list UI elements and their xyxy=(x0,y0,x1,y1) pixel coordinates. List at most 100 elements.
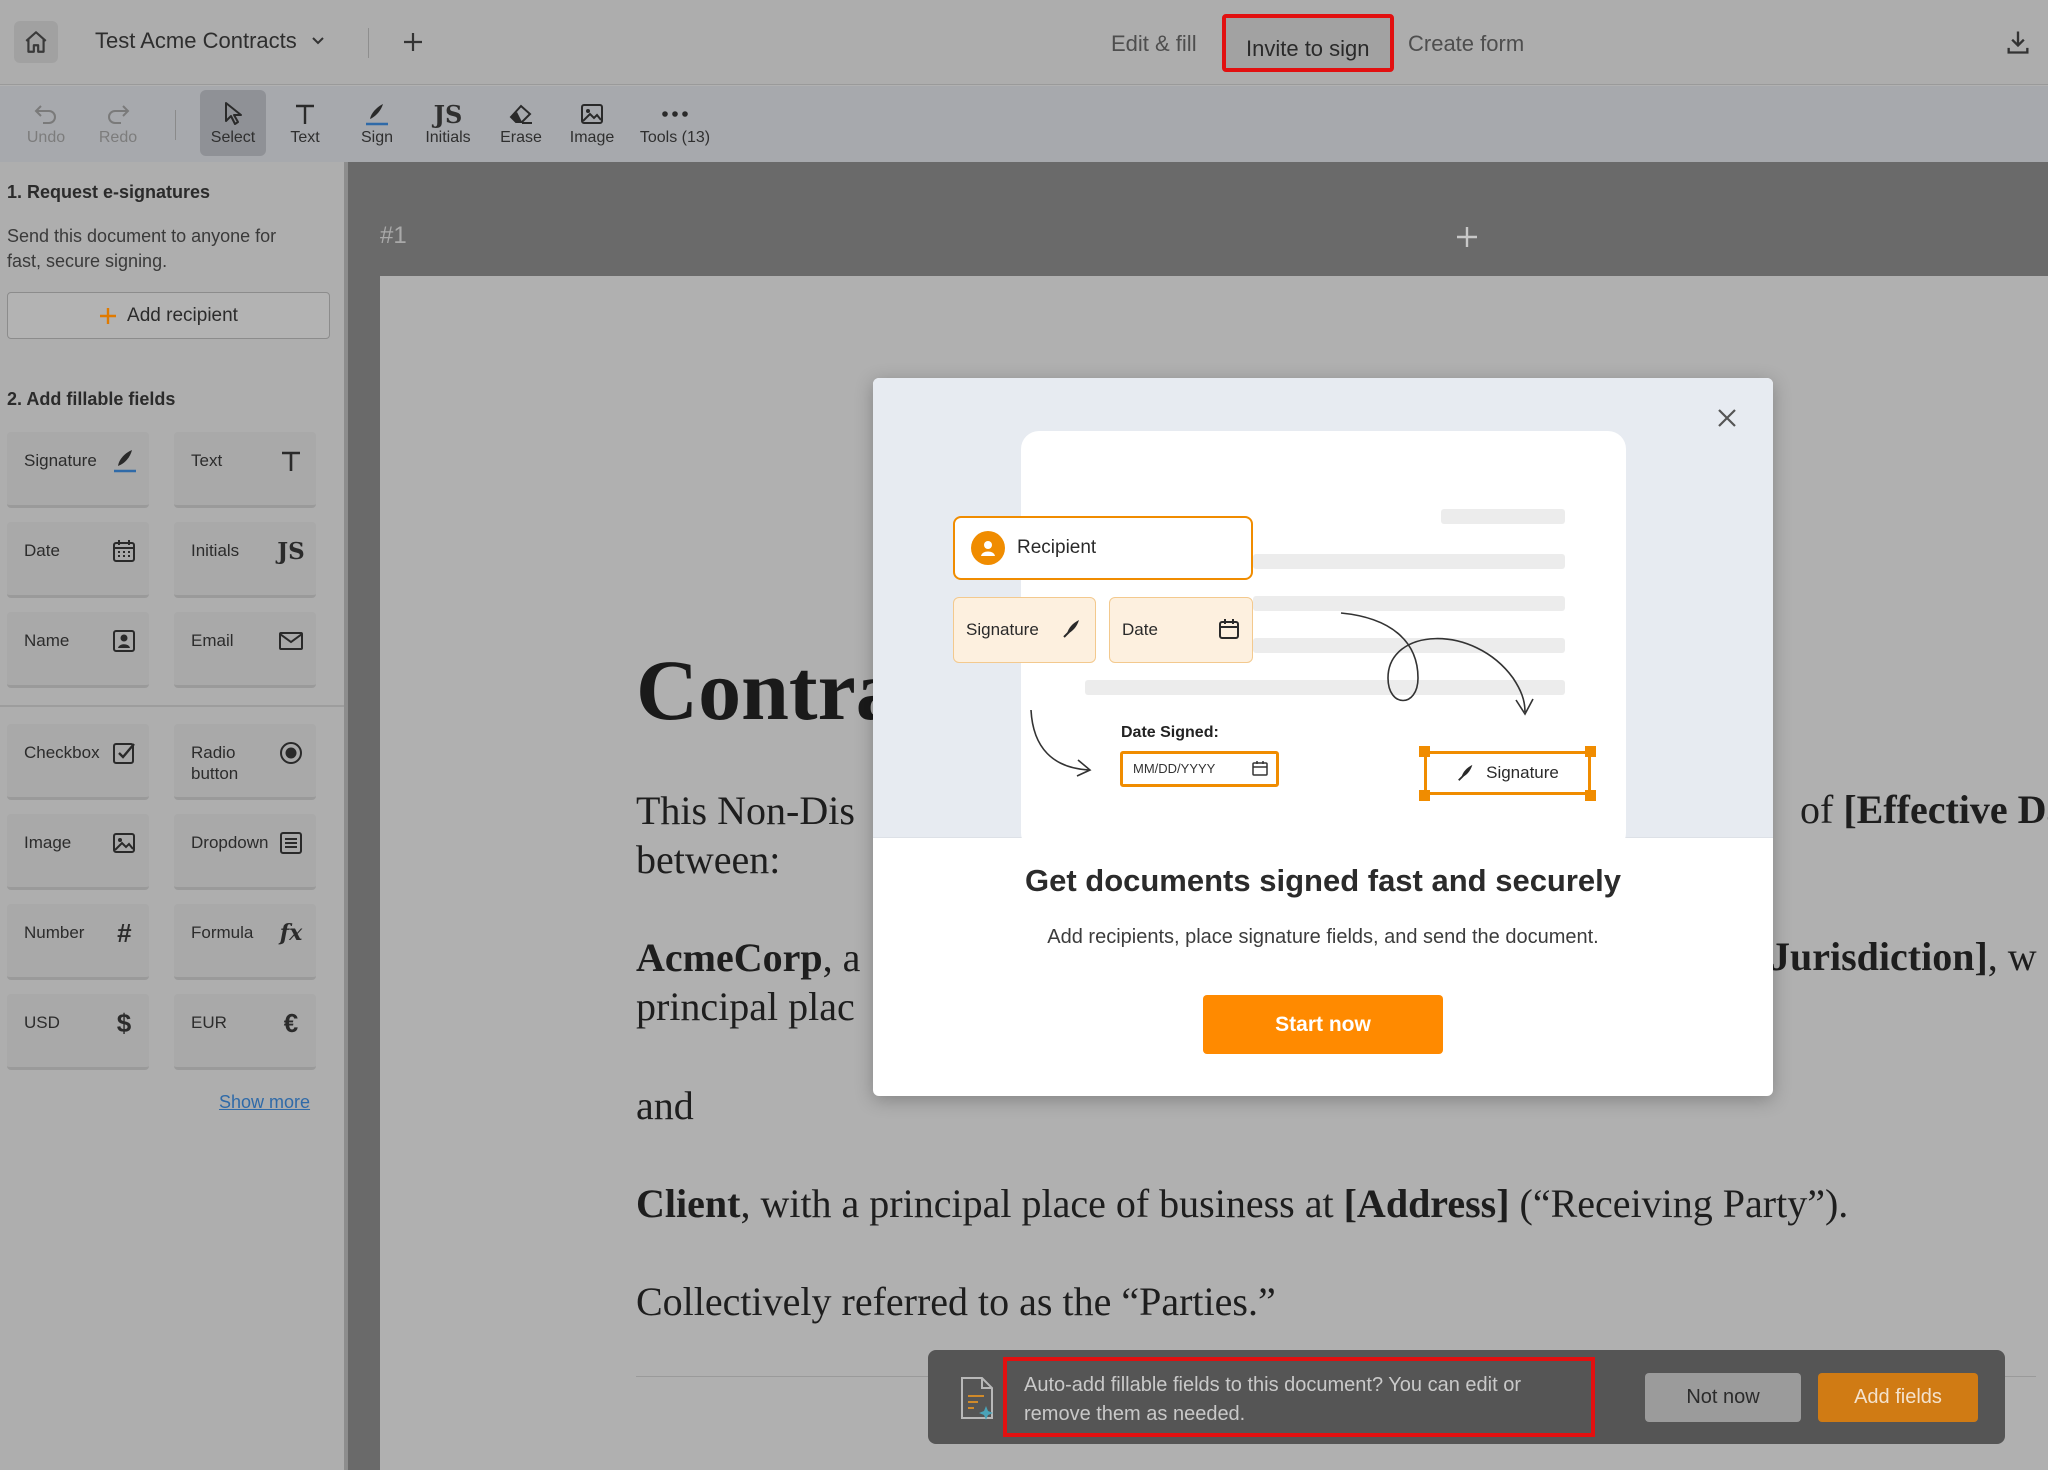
field-radio-button[interactable]: Radio button xyxy=(174,724,316,800)
plus-icon xyxy=(1457,227,1477,247)
doc-paragraph-2-end: Jurisdiction], w xyxy=(1770,933,2037,980)
resize-handle xyxy=(1419,790,1430,801)
sign-label: Sign xyxy=(360,129,394,146)
add-page-button[interactable] xyxy=(1452,222,1482,252)
document-sparkle-icon xyxy=(961,1377,993,1420)
modal-subtitle: Add recipients, place signature fields, … xyxy=(1047,926,1599,948)
select-label: Select xyxy=(210,129,256,146)
doc-text: principal plac xyxy=(636,984,855,1029)
doc-paragraph-4: Client, with a principal place of busine… xyxy=(636,1179,1848,1228)
field-label: Radio button xyxy=(191,743,239,783)
new-document-button[interactable] xyxy=(398,22,428,62)
calendar-icon xyxy=(1252,761,1268,776)
signature-icon xyxy=(114,450,136,473)
illustration-signature-box: Signature xyxy=(1424,751,1591,795)
initials-tool[interactable]: JS Initials xyxy=(418,90,478,156)
section-request-signatures-title: 1. Request e-signatures xyxy=(7,182,211,202)
cursor-icon xyxy=(225,102,242,125)
initials-icon: JS xyxy=(277,537,305,565)
download-button[interactable] xyxy=(2000,24,2036,60)
close-icon xyxy=(1718,409,1736,427)
doc-text: , w xyxy=(1987,934,2037,979)
dollar-icon: $ xyxy=(116,1007,132,1038)
field-date[interactable]: Date xyxy=(7,522,149,598)
signature-icon xyxy=(1458,764,1473,781)
fields-divider xyxy=(0,705,344,707)
undo-label: Undo xyxy=(26,129,66,146)
redo-button[interactable]: Redo xyxy=(90,90,146,156)
field-label: Formula xyxy=(191,923,254,942)
field-label: EUR xyxy=(191,1013,227,1032)
erase-label: Erase xyxy=(500,129,542,146)
field-usd[interactable]: USD $ xyxy=(7,994,149,1070)
field-initials[interactable]: Initials JS xyxy=(174,522,316,598)
tab-edit-fill[interactable]: Edit & fill xyxy=(1111,31,1197,57)
start-now-button[interactable]: Start now xyxy=(1203,995,1443,1054)
select-tool[interactable]: Select xyxy=(200,90,266,156)
doc-text: between: xyxy=(636,837,781,882)
not-now-button[interactable]: Not now xyxy=(1645,1373,1801,1422)
field-email[interactable]: Email xyxy=(174,612,316,688)
field-label: Number xyxy=(24,923,85,942)
initials-label: Initials xyxy=(425,129,471,146)
plus-icon xyxy=(404,33,422,51)
modal-close-button[interactable] xyxy=(1709,400,1745,436)
dropdown-icon xyxy=(280,832,302,854)
download-icon xyxy=(2007,31,2029,54)
image-tool[interactable]: Image xyxy=(564,90,620,156)
doc-text: , with a principal place of business at xyxy=(740,1181,1344,1226)
field-label: Email xyxy=(191,631,234,650)
text-tool[interactable]: Text xyxy=(278,90,332,156)
field-name[interactable]: Name xyxy=(7,612,149,688)
field-checkbox[interactable]: Checkbox xyxy=(7,724,149,800)
calendar-icon xyxy=(113,540,135,562)
text-icon xyxy=(296,104,314,124)
add-recipient-button[interactable]: Add recipient xyxy=(7,292,330,339)
field-eur[interactable]: EUR € xyxy=(174,994,316,1070)
field-label: Initials xyxy=(191,541,240,560)
doc-text-bold: AcmeCorp xyxy=(636,935,823,980)
illustration-date-placeholder: MM/DD/YYYY xyxy=(1133,761,1216,776)
section-fillable-fields-title: 2. Add fillable fields xyxy=(7,389,176,409)
home-button[interactable] xyxy=(14,21,58,63)
field-label: Date xyxy=(24,541,60,560)
field-text[interactable]: Text xyxy=(174,432,316,508)
more-icon xyxy=(662,111,688,117)
field-signature[interactable]: Signature xyxy=(7,432,149,508)
field-label: Image xyxy=(24,833,72,852)
doc-text-bold: Jurisdiction] xyxy=(1770,934,1988,979)
formula-icon: fx xyxy=(279,920,303,946)
euro-icon: € xyxy=(283,1007,299,1038)
illustration-arrows xyxy=(1030,612,1534,777)
image-label: Image xyxy=(569,129,615,146)
home-icon xyxy=(25,31,47,53)
radio-icon xyxy=(280,742,302,764)
undo-button[interactable]: Undo xyxy=(18,90,74,156)
field-dropdown[interactable]: Dropdown xyxy=(174,814,316,890)
resize-handle xyxy=(1419,746,1430,757)
sign-tool[interactable]: Sign xyxy=(350,90,404,156)
hash-icon: # xyxy=(116,917,132,948)
show-more-link[interactable]: Show more xyxy=(219,1092,310,1113)
tab-create-form[interactable]: Create form xyxy=(1408,31,1524,57)
field-number[interactable]: Number # xyxy=(7,904,149,980)
add-fields-button[interactable]: Add fields xyxy=(1818,1373,1978,1422)
more-tools-button[interactable]: Tools (13) xyxy=(634,90,716,156)
sidebar: 1. Request e-signatures Send this docume… xyxy=(0,162,348,1470)
doc-text: This Non-Dis xyxy=(636,788,855,833)
more-tools-label: Tools (13) xyxy=(639,129,711,146)
field-label: USD xyxy=(24,1013,60,1032)
tab-invite-to-sign[interactable]: Invite to sign xyxy=(1222,14,1394,72)
field-formula[interactable]: Formula fx xyxy=(174,904,316,980)
doc-text-bold: [Address] xyxy=(1343,1181,1510,1226)
document-title-dropdown[interactable]: Test Acme Contracts xyxy=(95,28,325,54)
auto-add-fields-message: Auto-add fillable fields to this documen… xyxy=(1003,1357,1595,1437)
undo-icon xyxy=(34,105,56,124)
field-image[interactable]: Image xyxy=(7,814,149,890)
erase-tool[interactable]: Erase xyxy=(494,90,548,156)
text-label: Text xyxy=(290,129,320,146)
invite-to-sign-modal: Recipient Signature Date Date Signed: MM… xyxy=(873,378,1773,1096)
doc-text-bold: Client xyxy=(636,1181,741,1226)
image-icon xyxy=(113,833,135,853)
toolbar: Undo Redo Select Text Sign JS Initials E… xyxy=(0,86,2048,162)
